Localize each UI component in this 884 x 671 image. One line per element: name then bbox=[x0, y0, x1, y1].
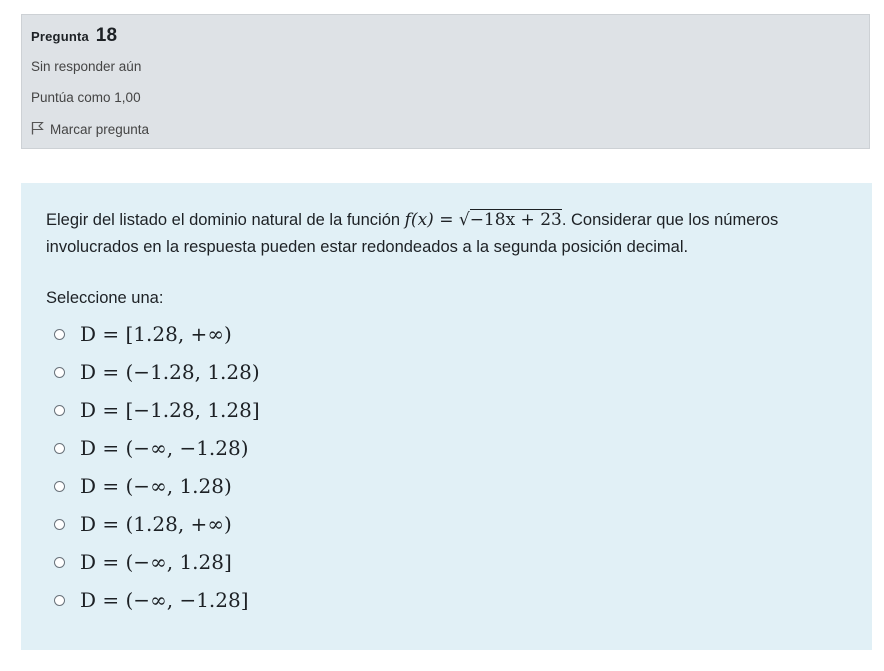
radio-button[interactable] bbox=[54, 480, 65, 492]
question-number-heading: Pregunta 18 bbox=[31, 25, 117, 47]
question-label: Pregunta bbox=[31, 29, 89, 44]
radio-button[interactable] bbox=[54, 404, 65, 416]
flag-question-label: Marcar pregunta bbox=[50, 122, 150, 137]
question-number: 18 bbox=[95, 25, 118, 46]
radicand: −18x + 23 bbox=[469, 209, 562, 230]
radio-button[interactable] bbox=[54, 556, 65, 568]
question-text: Elegir del listado el dominio natural de… bbox=[46, 207, 846, 261]
answer-option[interactable]: D = (1.28, +∞) bbox=[54, 505, 260, 543]
sqrt-symbol: √ bbox=[458, 210, 470, 230]
answer-option-label: D = (−∞, −1.28] bbox=[80, 588, 249, 612]
radio-button[interactable] bbox=[54, 594, 65, 606]
answer-option-label: D = [1.28, +∞) bbox=[80, 322, 232, 346]
question-grade: Puntúa como 1,00 bbox=[31, 90, 141, 105]
question-state: Sin responder aún bbox=[31, 59, 142, 74]
answer-prompt: Seleccione una: bbox=[46, 289, 164, 307]
question-text-before: Elegir del listado el dominio natural de… bbox=[46, 211, 405, 229]
answer-option-label: D = (−∞, 1.28) bbox=[80, 474, 232, 498]
answer-option-label: D = (−∞, −1.28) bbox=[80, 436, 249, 460]
answer-options: D = [1.28, +∞) D = (−1.28, 1.28) D = [−1… bbox=[54, 315, 260, 619]
answer-option[interactable]: D = (−∞, 1.28] bbox=[54, 543, 260, 581]
answer-option[interactable]: D = (−∞, −1.28) bbox=[54, 429, 260, 467]
answer-option-label: D = (1.28, +∞) bbox=[80, 512, 232, 536]
answer-option-label: D = (−∞, 1.28] bbox=[80, 550, 232, 574]
answer-option-label: D = [−1.28, 1.28] bbox=[80, 398, 260, 422]
flag-question-link[interactable]: Marcar pregunta bbox=[31, 121, 149, 138]
answer-option[interactable]: D = (−∞, −1.28] bbox=[54, 581, 260, 619]
radio-button[interactable] bbox=[54, 518, 65, 530]
answer-option[interactable]: D = (−1.28, 1.28) bbox=[54, 353, 260, 391]
answer-option[interactable]: D = [−1.28, 1.28] bbox=[54, 391, 260, 429]
function-expression: f(x) = bbox=[404, 210, 459, 230]
answer-option[interactable]: D = [1.28, +∞) bbox=[54, 315, 260, 353]
question-info-panel: Pregunta 18 Sin responder aún Puntúa com… bbox=[21, 14, 870, 149]
question-content: Elegir del listado el dominio natural de… bbox=[21, 183, 872, 650]
radio-button[interactable] bbox=[54, 442, 65, 454]
flag-icon bbox=[31, 121, 50, 138]
radio-button[interactable] bbox=[54, 328, 65, 340]
answer-option-label: D = (−1.28, 1.28) bbox=[80, 360, 260, 384]
radio-button[interactable] bbox=[54, 366, 65, 378]
answer-option[interactable]: D = (−∞, 1.28) bbox=[54, 467, 260, 505]
